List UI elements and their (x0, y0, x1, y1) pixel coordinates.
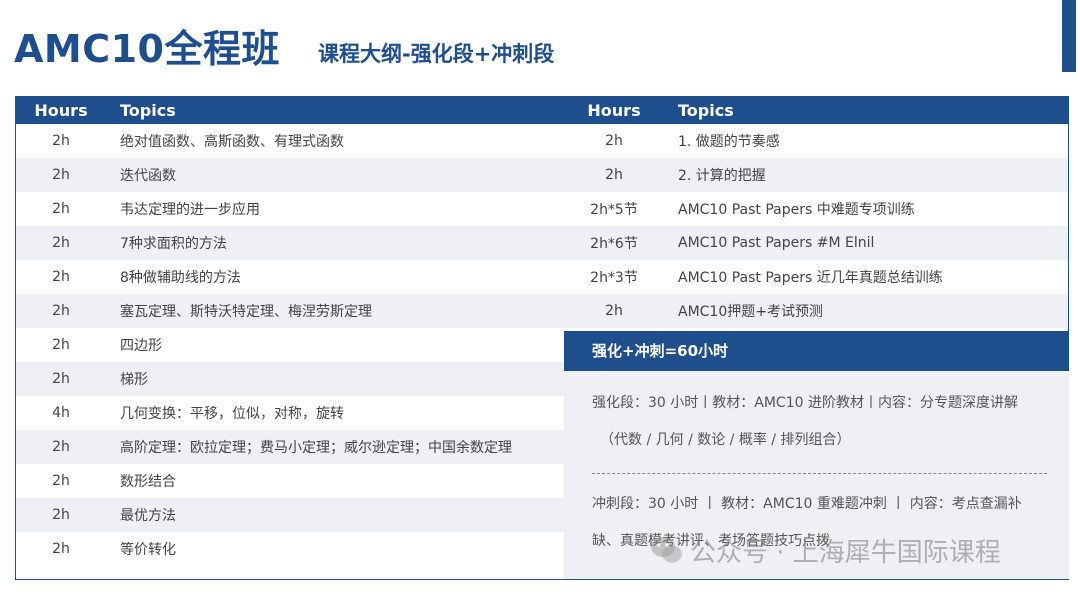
topic-cell: AMC10 Past Papers 近几年真题总结训练 (664, 260, 1068, 294)
table-row: 2h 迭代函数 (16, 158, 564, 192)
left-table-header: Hours Topics (16, 97, 564, 124)
hours-cell: 2h (16, 532, 106, 566)
hours-cell: 2h (16, 464, 106, 498)
table-row: 2h 等价转化 (16, 532, 564, 566)
sprint-stage-line-1: 冲刺段：30 小时 丨 教材：AMC10 重难题冲刺 丨 内容：考点查漏补 (592, 496, 1022, 512)
topic-cell: AMC10押题+考试预测 (664, 294, 1068, 328)
table-row: 2h 高阶定理：欧拉定理；费马小定理；威尔逊定理；中国余数定理 (16, 430, 564, 464)
topic-cell: 梯形 (106, 362, 564, 396)
table-row: 2h 8种做辅助线的方法 (16, 260, 564, 294)
hours-cell: 2h (16, 226, 106, 260)
table-row: 2h 韦达定理的进一步应用 (16, 192, 564, 226)
table-row: 2h 数形结合 (16, 464, 564, 498)
table-row: 2h AMC10押题+考试预测 (564, 294, 1068, 328)
topics-header: Topics (664, 97, 1068, 124)
topic-cell: 韦达定理的进一步应用 (106, 192, 564, 226)
topics-header: Topics (106, 97, 564, 124)
table-row: 2h 1. 做题的节奏感 (564, 124, 1068, 158)
corner-accent-bar (1062, 0, 1076, 72)
table-row: 4h 几何变换：平移，位似，对称，旋转 (16, 396, 564, 430)
hours-cell: 4h (16, 396, 106, 430)
left-syllabus-table: Hours Topics 2h 绝对值函数、高斯函数、有理式函数 2h 迭代函数 2h 韦… (16, 97, 564, 566)
hours-cell: 2h (16, 498, 106, 532)
hours-cell: 2h (16, 362, 106, 396)
table-row: 2h 四边形 (16, 328, 564, 362)
topic-cell: 迭代函数 (106, 158, 564, 192)
dashed-divider (592, 473, 1047, 474)
topic-cell: 7种求面积的方法 (106, 226, 564, 260)
hours-cell: 2h (16, 430, 106, 464)
hours-cell: 2h (16, 192, 106, 226)
table-row: 2h*5节 AMC10 Past Papers 中难题专项训练 (564, 192, 1068, 226)
table-row: 2h 塞瓦定理、斯特沃特定理、梅涅劳斯定理 (16, 294, 564, 328)
hours-cell: 2h (564, 124, 664, 158)
topic-cell: 数形结合 (106, 464, 564, 498)
topic-cell: 8种做辅助线的方法 (106, 260, 564, 294)
hours-cell: 2h*5节 (564, 192, 664, 226)
table-row: 2h 最优方法 (16, 498, 564, 532)
right-table-header: Hours Topics (564, 97, 1068, 124)
watermark: 公众号 · 上海犀牛国际课程 (650, 530, 1001, 570)
page-title: AMC10全程班 (14, 27, 280, 71)
hours-cell: 2h (16, 294, 106, 328)
hours-cell: 2h (564, 294, 664, 328)
topic-cell: 最优方法 (106, 498, 564, 532)
table-row: 2h*6节 AMC10 Past Papers #M Elnil (564, 226, 1068, 260)
topic-cell: 等价转化 (106, 532, 564, 566)
hours-cell: 2h (564, 158, 664, 192)
hours-header: Hours (564, 97, 664, 124)
topic-cell: 几何变换：平移，位似，对称，旋转 (106, 396, 564, 430)
topic-cell: 四边形 (106, 328, 564, 362)
topic-cell: 2. 计算的把握 (664, 158, 1068, 192)
hours-cell: 2h (16, 124, 106, 158)
table-row: 2h 7种求面积的方法 (16, 226, 564, 260)
table-row: 2h*3节 AMC10 Past Papers 近几年真题总结训练 (564, 260, 1068, 294)
watermark-text: 公众号 · 上海犀牛国际课程 (690, 537, 1001, 568)
page-subtitle: 课程大纲-强化段+冲刺段 (318, 42, 555, 66)
topic-cell: AMC10 Past Papers #M Elnil (664, 226, 1068, 260)
topic-cell: 高阶定理：欧拉定理；费马小定理；威尔逊定理；中国余数定理 (106, 430, 564, 464)
hours-header: Hours (16, 97, 106, 124)
table-row: 2h 2. 计算的把握 (564, 158, 1068, 192)
summary-header: 强化+冲刺=60小时 (564, 331, 1069, 371)
hours-cell: 2h (16, 158, 106, 192)
hours-cell: 2h (16, 328, 106, 362)
topic-cell: AMC10 Past Papers 中难题专项训练 (664, 192, 1068, 226)
wechat-icon (651, 537, 682, 563)
table-row: 2h 绝对值函数、高斯函数、有理式函数 (16, 124, 564, 158)
strengthen-stage-line-2: （代数 / 几何 / 数论 / 概率 / 排列组合） (600, 432, 851, 448)
strengthen-stage-line-1: 强化段：30 小时丨教材：AMC10 进阶教材丨内容：分专题深度讲解 (592, 395, 1018, 411)
topic-cell: 塞瓦定理、斯特沃特定理、梅涅劳斯定理 (106, 294, 564, 328)
hours-cell: 2h (16, 260, 106, 294)
table-row: 2h 梯形 (16, 362, 564, 396)
right-syllabus-table: Hours Topics 2h 1. 做题的节奏感 2h 2. 计算的把握 2h*5节 A… (564, 97, 1068, 328)
hours-cell: 2h*3节 (564, 260, 664, 294)
hours-cell: 2h*6节 (564, 226, 664, 260)
topic-cell: 绝对值函数、高斯函数、有理式函数 (106, 124, 564, 158)
topic-cell: 1. 做题的节奏感 (664, 124, 1068, 158)
